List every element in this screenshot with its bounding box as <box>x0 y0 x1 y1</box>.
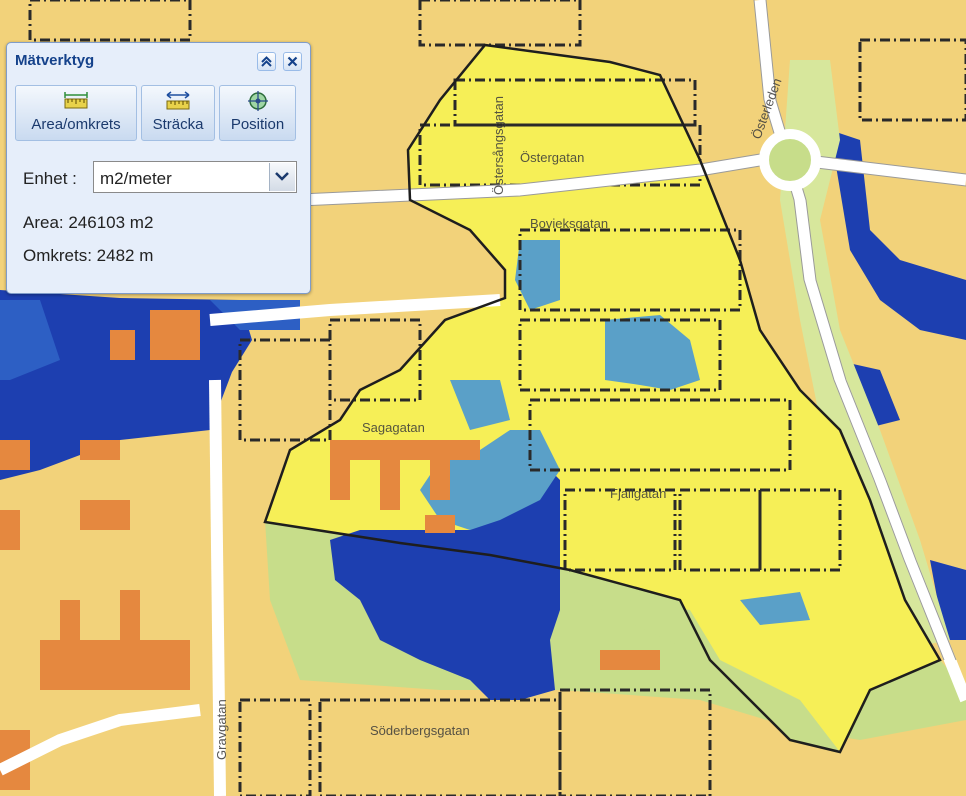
double-chevron-up-icon[interactable] <box>257 52 276 71</box>
ruler-distance-icon <box>166 91 190 110</box>
street-label-ostergatan: Östergatan <box>520 150 584 165</box>
ruler-area-icon <box>64 92 88 109</box>
unit-select-value: m2/meter <box>100 169 172 188</box>
street-label-soderbergsgatan: Söderbergsgatan <box>370 723 470 738</box>
distance-button[interactable]: Sträcka <box>141 85 215 141</box>
panel-title: Mätverktyg <box>15 52 95 69</box>
perimeter-result: Omkrets: 2482 m <box>23 246 154 265</box>
area-result: Area: 246103 m2 <box>23 213 154 232</box>
street-label-sagagatan: Sagagatan <box>362 420 425 435</box>
street-label-ostersangsgatan: Östersångsgatan <box>491 96 506 195</box>
street-label-gravgatan: Gravgatan <box>214 699 229 760</box>
close-icon[interactable] <box>283 52 302 71</box>
unit-select[interactable]: m2/meter <box>93 161 297 193</box>
position-button[interactable]: Position <box>219 85 296 141</box>
area-perimeter-button[interactable]: Area/omkrets <box>15 85 137 141</box>
unit-label: Enhet : <box>23 169 77 188</box>
measurement-tool-panel: Mätverktyg Area/omkrets Sträcka Position… <box>6 42 311 294</box>
area-perimeter-label: Area/omkrets <box>31 116 121 133</box>
position-label: Position <box>230 116 285 133</box>
panel-header[interactable]: Mätverktyg <box>7 43 310 79</box>
chevron-down-icon[interactable] <box>269 163 295 191</box>
street-label-bovieksgatan: Bovieksgatan <box>530 216 608 231</box>
roundabout <box>759 129 821 191</box>
street-label-fjallgatan: Fjallgatan <box>610 486 666 501</box>
crosshair-position-icon <box>247 91 268 111</box>
distance-label: Sträcka <box>152 116 204 133</box>
